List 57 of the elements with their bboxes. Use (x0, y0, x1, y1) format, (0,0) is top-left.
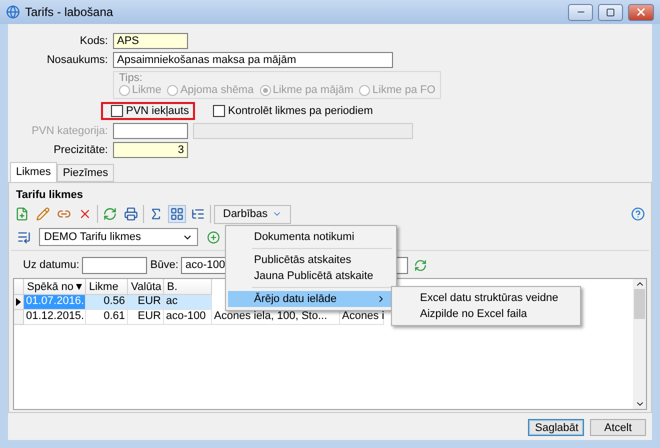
table-cell: 0.61 (86, 310, 128, 325)
checkbox-label: Kontrolēt likmes pa periodiem (228, 105, 373, 117)
tab[interactable]: Likmes (10, 162, 57, 182)
code-field[interactable]: APS (113, 33, 188, 49)
actions-button[interactable]: Darbības (214, 204, 291, 224)
date-field[interactable] (82, 256, 148, 274)
table-cell: Acones iela, 100, Sto... (212, 310, 340, 325)
dialog-button[interactable]: Saglabāt (528, 419, 584, 436)
layout-dropdown[interactable]: DEMO Tarifu likmes (39, 228, 198, 246)
tab[interactable]: Piezīmes (56, 164, 114, 182)
table-cell: ac (164, 295, 212, 310)
maximize-icon (606, 8, 615, 16)
field-label: Uz datumu: (23, 259, 80, 271)
table-cell: 0.56 (86, 295, 128, 310)
minimize-button[interactable] (568, 4, 593, 20)
vat-category-field[interactable] (113, 123, 188, 139)
menu-item[interactable]: Dokumenta notikumi (228, 229, 394, 245)
field-label: PVN kategorija: (30, 125, 108, 137)
menu-item[interactable]: Jauna Publicētā atskaite (228, 268, 394, 284)
app-icon (6, 5, 20, 19)
column-header[interactable]: Likme (86, 279, 128, 295)
column-header[interactable]: B. (164, 279, 212, 295)
field-label: Nosaukums: (46, 54, 108, 66)
refresh-icon[interactable] (101, 205, 119, 223)
grid-view-icon[interactable] (168, 205, 186, 223)
menu-item[interactable]: Aizpilde no Excel faila (394, 306, 578, 322)
table-cell: aco-100 (164, 310, 212, 325)
scroll-thumb[interactable] (634, 289, 645, 319)
close-icon (635, 6, 647, 18)
menu-item[interactable]: Ārējo datu ielāde (228, 291, 394, 307)
print-icon[interactable] (122, 205, 140, 223)
table-cell: EUR (128, 310, 164, 325)
name-field[interactable]: Apsaimniekošanas maksa pa mājām (113, 52, 393, 68)
checkbox-label: PVN iekļauts (126, 105, 189, 117)
column-header[interactable]: Spēkā no (24, 279, 86, 295)
window-title: Tarifs - labošana (25, 5, 114, 19)
help-icon[interactable] (629, 205, 647, 223)
vat-description-field[interactable] (193, 123, 413, 139)
maximize-button[interactable] (598, 4, 623, 20)
table-cell: Acones i (340, 310, 384, 325)
group-label: Tips: (119, 72, 144, 84)
field-label: Būve: (150, 259, 178, 271)
checkbox[interactable] (212, 105, 225, 117)
table-cell: EUR (128, 295, 164, 310)
table-cell: 01.07.2016. (24, 295, 86, 310)
column-header[interactable]: Valūta (128, 279, 164, 295)
menu-item[interactable]: Excel datu struktūras veidne (394, 290, 578, 306)
dialog-button[interactable]: Atcelt (590, 419, 646, 436)
section-title: Tarifu likmes (15, 188, 84, 203)
field-label: Kods: (78, 35, 108, 47)
checkbox[interactable] (111, 105, 123, 117)
pencil-icon[interactable] (34, 205, 52, 223)
table-cell: 01.12.2015. (24, 310, 86, 325)
field-label: Precizitāte: (52, 144, 108, 156)
menu-item[interactable]: Publicētās atskaites (228, 252, 394, 268)
close-button[interactable] (628, 4, 654, 20)
precision-field[interactable]: 3 (113, 142, 188, 158)
